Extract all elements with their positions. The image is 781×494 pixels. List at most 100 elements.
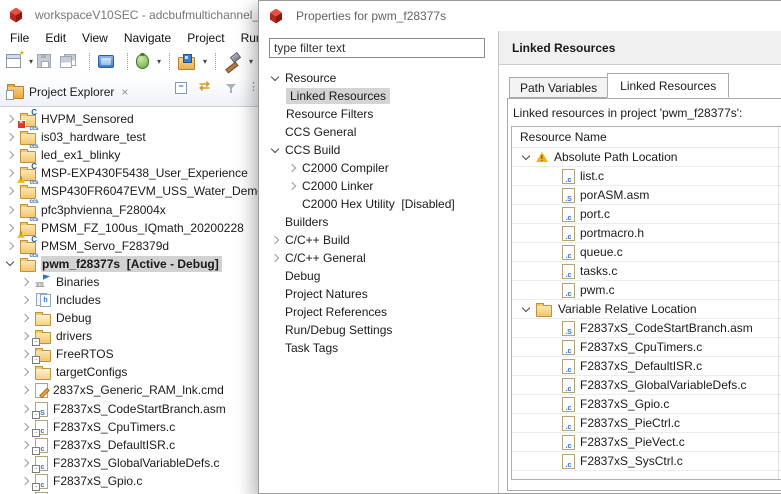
category-ccs-build[interactable]: CCS Build — [259, 141, 498, 159]
tree-item-led-ex1-blinky[interactable]: led_ex1_blinky — [0, 146, 258, 164]
group-variable-relative-location[interactable]: Variable Relative Location — [512, 300, 781, 319]
link-with-editor-icon[interactable] — [199, 82, 215, 94]
filter-icon[interactable] — [226, 83, 238, 94]
tab-project-explorer[interactable]: Project Explorer × — [0, 77, 134, 106]
tree-item-gpio-c[interactable]: F2837xS_Gpio.c — [0, 472, 258, 490]
chevron-right-icon[interactable] — [21, 296, 29, 304]
chevron-right-icon[interactable] — [21, 278, 29, 286]
chevron-right-icon[interactable] — [21, 404, 29, 412]
dialog-titlebar[interactable]: Properties for pwm_f28377s — [259, 1, 781, 31]
tree-item-drivers[interactable]: drivers — [0, 327, 258, 345]
category-cpp-general[interactable]: C/C++ General — [259, 249, 498, 267]
table-row[interactable]: F2837xS_PieVect.c — [512, 433, 781, 452]
new-wizard-button[interactable]: ▾ — [4, 52, 35, 70]
table-row[interactable]: F2837xS_Gpio.c — [512, 395, 781, 414]
debug-button[interactable]: ▾ — [134, 52, 163, 71]
tree-item-hvpm-sensored[interactable]: HVPM_Sensored — [0, 110, 258, 128]
close-icon[interactable]: × — [121, 85, 128, 99]
tree-item-pwm-f28377s[interactable]: pwm_f28377s [Active - Debug] — [0, 255, 258, 273]
build-button[interactable]: ▾ — [222, 52, 255, 70]
menu-view[interactable]: View — [74, 31, 116, 45]
table-row[interactable]: pwm.c — [512, 281, 781, 300]
chevron-right-icon[interactable] — [288, 182, 296, 190]
tree-item-ram-lnk-cmd[interactable]: 2837xS_Generic_RAM_lnk.cmd — [0, 381, 258, 399]
chevron-down-icon[interactable] — [6, 258, 14, 266]
tree-item-msp-exp430f5438[interactable]: MSP-EXP430F5438_User_Experience — [0, 164, 258, 182]
chevron-down-icon[interactable]: ▾ — [203, 57, 207, 66]
view-menu-icon[interactable] — [248, 82, 254, 94]
table-row[interactable]: F2837xS_CodeStartBranch.asm — [512, 319, 781, 338]
chevron-down-icon[interactable] — [271, 144, 279, 152]
chevron-right-icon[interactable] — [21, 422, 29, 430]
table-row[interactable]: port.c — [512, 205, 781, 224]
chevron-right-icon[interactable] — [6, 187, 14, 195]
column-divider[interactable] — [778, 127, 779, 479]
chevron-right-icon[interactable] — [21, 332, 29, 340]
tree-item-is03-hardware-test[interactable]: is03_hardware_test — [0, 128, 258, 146]
category-run-debug-settings[interactable]: Run/Debug Settings — [259, 321, 498, 339]
chevron-right-icon[interactable] — [288, 164, 296, 172]
tree-item-pfc3phvienna[interactable]: pfc3phvienna_F28004x — [0, 200, 258, 218]
chevron-right-icon[interactable] — [6, 115, 14, 123]
chevron-right-icon[interactable] — [21, 440, 29, 448]
tree-item-globalvariabledefs-c[interactable]: F2837xS_GlobalVariableDefs.c — [0, 454, 258, 472]
chevron-right-icon[interactable] — [21, 477, 29, 485]
menu-file[interactable]: File — [2, 31, 37, 45]
filter-input[interactable] — [269, 38, 485, 58]
category-c2000-compiler[interactable]: C2000 Compiler — [259, 159, 498, 177]
category-task-tags[interactable]: Task Tags — [259, 339, 498, 357]
category-debug[interactable]: Debug — [259, 267, 498, 285]
chevron-right-icon[interactable] — [21, 386, 29, 394]
chevron-right-icon[interactable] — [21, 350, 29, 358]
chevron-down-icon[interactable]: ▾ — [29, 57, 33, 66]
tree-item-defaultisr-c[interactable]: F2837xS_DefaultISR.c — [0, 436, 258, 454]
chevron-right-icon[interactable] — [21, 459, 29, 467]
category-project-natures[interactable]: Project Natures — [259, 285, 498, 303]
menu-edit[interactable]: Edit — [37, 31, 74, 45]
tree-item-pmsm-fz[interactable]: PMSM_FZ_100us_IQmath_20200228 — [0, 219, 258, 237]
tree-item-pmsm-servo[interactable]: PMSM_Servo_F28379d — [0, 237, 258, 255]
tree-item-cputimers-c[interactable]: F2837xS_CpuTimers.c — [0, 418, 258, 436]
table-row[interactable]: F2837xS_GlobalVariableDefs.c — [512, 376, 781, 395]
table-row[interactable]: portmacro.h — [512, 224, 781, 243]
chevron-right-icon[interactable] — [271, 254, 279, 262]
tab-path-variables[interactable]: Path Variables — [509, 77, 607, 98]
chevron-down-icon[interactable] — [522, 151, 530, 159]
tree-item-includes[interactable]: Includes — [0, 291, 258, 309]
chevron-down-icon[interactable]: ▾ — [249, 57, 253, 66]
table-row[interactable]: tasks.c — [512, 262, 781, 281]
menu-project[interactable]: Project — [179, 31, 232, 45]
category-project-references[interactable]: Project References — [259, 303, 498, 321]
chevron-right-icon[interactable] — [6, 241, 14, 249]
tree-item-binaries[interactable]: Binaries — [0, 273, 258, 291]
chevron-right-icon[interactable] — [6, 205, 14, 213]
table-row[interactable]: F2837xS_PieCtrl.c — [512, 414, 781, 433]
tree-item-targetconfigs[interactable]: targetConfigs — [0, 363, 258, 381]
chevron-right-icon[interactable] — [271, 236, 279, 244]
group-absolute-path-location[interactable]: Absolute Path Location — [512, 148, 781, 167]
category-linked-resources[interactable]: Linked Resources — [259, 87, 498, 105]
chevron-down-icon[interactable]: ▾ — [157, 57, 161, 66]
category-cpp-build[interactable]: C/C++ Build — [259, 231, 498, 249]
category-c2000-linker[interactable]: C2000 Linker — [259, 177, 498, 195]
category-resource-filters[interactable]: Resource Filters — [259, 105, 498, 123]
category-builders[interactable]: Builders — [259, 213, 498, 231]
tab-linked-resources[interactable]: Linked Resources — [607, 73, 729, 98]
chevron-right-icon[interactable] — [6, 223, 14, 231]
table-row[interactable]: queue.c — [512, 243, 781, 262]
category-c2000-hex-utility[interactable]: C2000 Hex Utility [Disabled] — [259, 195, 498, 213]
save-button[interactable] — [35, 52, 58, 70]
chevron-right-icon[interactable] — [6, 169, 14, 177]
table-row[interactable]: porASM.asm — [512, 186, 781, 205]
console-button[interactable] — [96, 53, 121, 70]
table-header[interactable]: Resource Name — [512, 127, 781, 148]
table-row[interactable]: F2837xS_CpuTimers.c — [512, 338, 781, 357]
chevron-down-icon[interactable] — [522, 303, 530, 311]
menu-navigate[interactable]: Navigate — [116, 31, 179, 45]
chevron-right-icon[interactable] — [6, 151, 14, 159]
chevron-right-icon[interactable] — [6, 133, 14, 141]
table-row[interactable]: list.c — [512, 167, 781, 186]
chevron-right-icon[interactable] — [21, 314, 29, 322]
chevron-right-icon[interactable] — [21, 368, 29, 376]
save-all-button[interactable] — [58, 52, 83, 70]
